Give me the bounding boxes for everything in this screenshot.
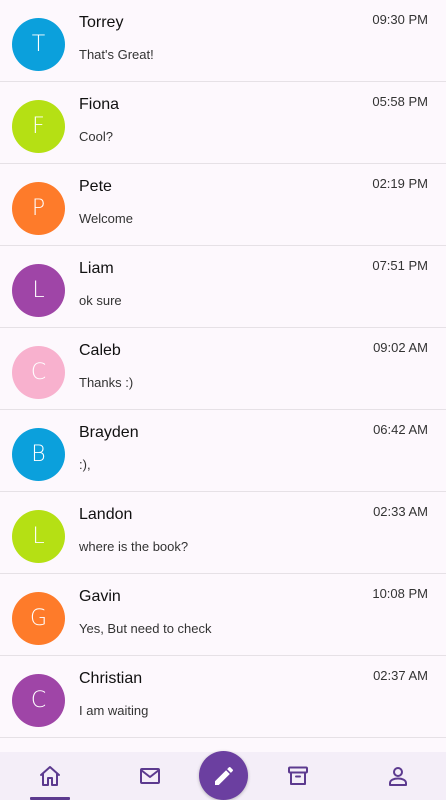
message-preview: That's Great! [79, 47, 154, 62]
contact-name: Liam [79, 260, 114, 277]
message-time: 02:37 AM [373, 668, 428, 683]
message-preview: Cool? [79, 129, 113, 144]
nav-mail[interactable] [130, 752, 170, 800]
archive-icon [286, 764, 310, 788]
profile-icon [386, 764, 410, 788]
message-time: 02:33 AM [373, 504, 428, 519]
nav-archive[interactable] [278, 752, 318, 800]
message-time: 07:51 PM [372, 258, 428, 273]
message-time: 09:02 AM [373, 340, 428, 355]
mail-icon [138, 764, 162, 788]
message-preview: Yes, But need to check [79, 621, 212, 636]
avatar: L [12, 510, 65, 563]
nav-home[interactable] [30, 752, 70, 800]
contact-name: Christian [79, 670, 143, 687]
conversation-list: T Torrey That's Great! 09:30 PM F Fiona … [0, 0, 446, 752]
contact-name: Torrey [79, 14, 124, 31]
contact-name: Brayden [79, 424, 139, 441]
avatar: C [12, 674, 65, 727]
message-time: 06:42 AM [373, 422, 428, 437]
contact-name: Pete [79, 178, 112, 195]
nav-profile[interactable] [378, 752, 418, 800]
message-preview: ok sure [79, 293, 122, 308]
message-time: 09:30 PM [372, 12, 428, 27]
compose-button[interactable] [199, 751, 248, 800]
message-time: 10:08 PM [372, 586, 428, 601]
contact-name: Fiona [79, 96, 120, 113]
conversation-row[interactable]: C Caleb Thanks :) 09:02 AM [0, 328, 446, 410]
conversation-row[interactable]: C Christian I am waiting 02:37 AM [0, 656, 446, 738]
home-icon [38, 764, 62, 788]
message-preview: Thanks :) [79, 375, 134, 390]
contact-name: Gavin [79, 588, 121, 605]
conversation-row[interactable]: L Landon where is the book? 02:33 AM [0, 492, 446, 574]
conversation-row[interactable]: F Fiona Cool? 05:58 PM [0, 82, 446, 164]
message-time: 05:58 PM [372, 94, 428, 109]
conversation-row[interactable]: P Pete Welcome 02:19 PM [0, 164, 446, 246]
conversation-row[interactable]: B Brayden :), 06:42 AM [0, 410, 446, 492]
contact-name: Landon [79, 506, 133, 523]
avatar: G [12, 592, 65, 645]
contact-name: Caleb [79, 342, 121, 359]
message-preview: :), [79, 457, 91, 472]
conversation-row[interactable]: L Liam ok sure 07:51 PM [0, 246, 446, 328]
conversation-row[interactable]: G Gavin Yes, But need to check 10:08 PM [0, 574, 446, 656]
avatar: T [12, 18, 65, 71]
avatar: L [12, 264, 65, 317]
avatar: P [12, 182, 65, 235]
avatar: B [12, 428, 65, 481]
message-preview: where is the book? [79, 539, 189, 554]
message-time: 02:19 PM [372, 176, 428, 191]
conversation-row-partial[interactable] [0, 738, 446, 752]
conversation-row[interactable]: T Torrey That's Great! 09:30 PM [0, 0, 446, 82]
avatar: C [12, 346, 65, 399]
avatar: F [12, 100, 65, 153]
compose-icon [212, 764, 236, 788]
message-preview: Welcome [79, 211, 133, 226]
message-preview: I am waiting [79, 703, 149, 718]
